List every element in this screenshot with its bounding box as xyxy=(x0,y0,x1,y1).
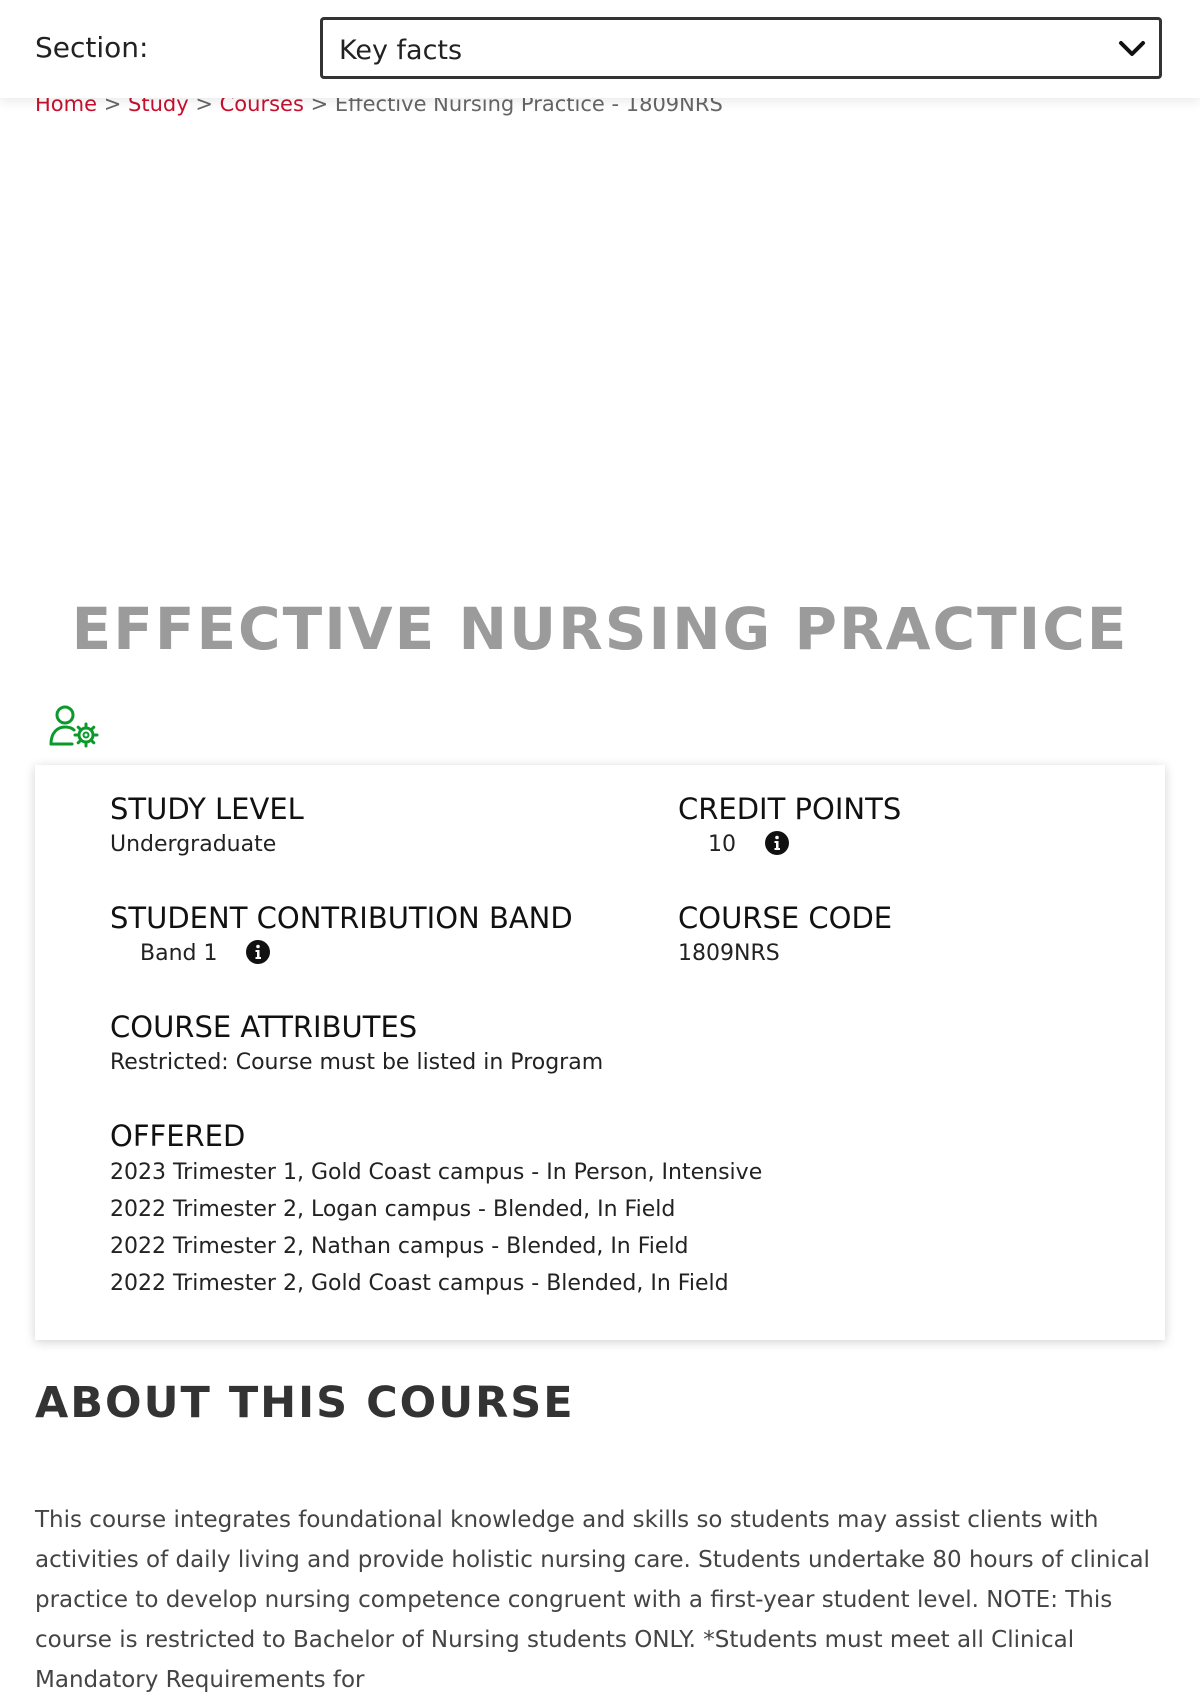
course-attributes-value: Restricted: Course must be listed in Pro… xyxy=(110,1050,604,1075)
key-facts-card: STUDY LEVEL Undergraduate CREDIT POINTS … xyxy=(35,765,1165,1340)
offered-item: 2022 Trimester 2, Nathan campus - Blende… xyxy=(110,1234,689,1259)
section-select-value: Key facts xyxy=(339,35,463,66)
credit-points-fact: CREDIT POINTS 10 xyxy=(678,791,901,863)
about-heading: ABOUT THIS COURSE xyxy=(35,1378,575,1428)
course-code-value: 1809NRS xyxy=(678,941,780,966)
course-attributes-fact: COURSE ATTRIBUTES Restricted: Course mus… xyxy=(110,1009,603,1081)
about-description: This course integrates foundational know… xyxy=(35,1507,1150,1693)
offered-item: 2022 Trimester 2, Logan campus - Blended… xyxy=(110,1197,676,1222)
credit-points-value: 10 xyxy=(708,832,736,857)
page: Section: Key facts Home > Study > Course… xyxy=(0,0,1200,1697)
info-icon[interactable] xyxy=(765,831,789,855)
section-label: Section: xyxy=(35,31,149,64)
study-level-value: Undergraduate xyxy=(110,832,277,857)
offered-fact: OFFERED 2023 Trimester 1, Gold Coast cam… xyxy=(110,1118,762,1302)
contribution-band-value: Band 1 xyxy=(140,941,218,966)
study-level-fact: STUDY LEVEL Undergraduate xyxy=(110,791,304,863)
course-code-fact: COURSE CODE 1809NRS xyxy=(678,900,892,972)
credit-points-row: 10 xyxy=(678,827,901,863)
chevron-down-icon xyxy=(1119,41,1145,56)
study-level-heading: STUDY LEVEL xyxy=(110,792,304,826)
credit-points-heading: CREDIT POINTS xyxy=(678,792,902,826)
contribution-band-row: Band 1 xyxy=(110,936,573,972)
section-nav-bar: Section: Key facts xyxy=(0,0,1200,98)
course-code-heading: COURSE CODE xyxy=(678,901,893,935)
section-select[interactable]: Key facts xyxy=(320,17,1162,79)
offered-heading: OFFERED xyxy=(110,1119,246,1153)
offered-item: 2023 Trimester 1, Gold Coast campus - In… xyxy=(110,1160,763,1185)
course-attributes-heading: COURSE ATTRIBUTES xyxy=(110,1010,418,1044)
offered-list: 2023 Trimester 1, Gold Coast campus - In… xyxy=(110,1154,762,1302)
user-gear-icon[interactable] xyxy=(48,704,100,748)
offered-item: 2022 Trimester 2, Gold Coast campus - Bl… xyxy=(110,1271,729,1296)
course-title: EFFECTIVE NURSING PRACTICE xyxy=(71,595,1129,663)
contribution-band-heading: STUDENT CONTRIBUTION BAND xyxy=(110,901,573,935)
info-icon[interactable] xyxy=(246,940,271,964)
contribution-band-fact: STUDENT CONTRIBUTION BAND Band 1 xyxy=(110,900,573,972)
